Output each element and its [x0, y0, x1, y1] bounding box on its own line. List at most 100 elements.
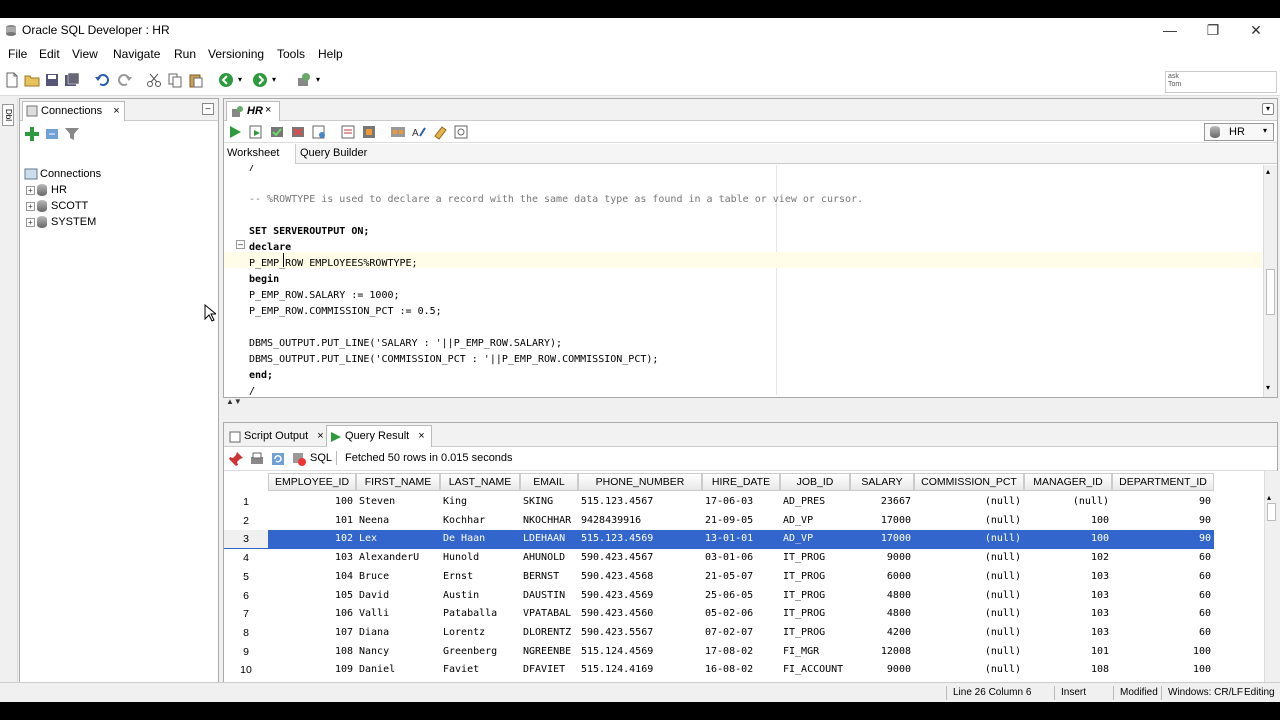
close-editor-tab-icon[interactable]: × [265, 104, 271, 116]
minimize-panel-icon[interactable]: – [202, 103, 214, 115]
eraser-icon[interactable] [432, 124, 448, 140]
forward-dropdown-icon[interactable]: ▾ [272, 75, 276, 84]
run-script-icon[interactable] [248, 124, 264, 140]
tree-root-connections[interactable]: Connections [24, 166, 101, 182]
editor-tabs-menu-icon[interactable]: ▾ [1262, 103, 1274, 115]
table-row[interactable]: 3 102 Lex De Haan LDEHAAN 515.123.4569 13-01-0… [224, 530, 1214, 550]
worksheet-dropdown-icon[interactable]: ▾ [316, 75, 320, 84]
save-all-icon[interactable] [64, 72, 80, 88]
table-row[interactable]: 8 107 Diana Lorentz DLORENTZ 590.423.5567 07-0… [224, 624, 1214, 643]
results-scroll-up-icon[interactable]: ▴ [1267, 493, 1271, 502]
redo-icon[interactable] [117, 72, 133, 88]
sql-label[interactable]: SQL [310, 452, 332, 464]
sql-tuning-icon[interactable] [453, 124, 469, 140]
table-row[interactable]: 6 105 David Austin DAUSTIN 590.423.4569 25-06-… [224, 587, 1214, 606]
table-row[interactable]: 4 103 AlexanderU Hunold AHUNOLD 590.423.4567 0… [224, 549, 1214, 568]
clear-icon[interactable] [311, 124, 327, 140]
scroll-down-icon[interactable]: ▾ [1266, 383, 1270, 392]
rollback-icon[interactable] [290, 124, 306, 140]
back-nav-icon[interactable] [218, 72, 234, 88]
close-script-output-icon[interactable]: × [317, 430, 323, 442]
column-header[interactable]: FIRST_NAME [356, 473, 440, 491]
cancel-query-icon[interactable] [291, 451, 307, 467]
editor-vertical-scrollbar[interactable]: ▴ ▾ [1263, 165, 1277, 397]
sql-history-icon[interactable] [340, 124, 356, 140]
autotrace-icon[interactable] [390, 124, 406, 140]
column-header[interactable]: MANAGER_ID [1024, 473, 1112, 491]
connection-selector[interactable]: HR ▾ [1204, 123, 1274, 141]
sql-worksheet-icon[interactable] [296, 72, 312, 88]
expand-hr-icon[interactable]: + [26, 185, 35, 195]
open-folder-icon[interactable] [24, 72, 40, 88]
restore-button[interactable]: ❐ [1198, 20, 1228, 40]
subtab-query-builder[interactable]: Query Builder [300, 147, 367, 159]
commit-icon[interactable] [269, 124, 285, 140]
connections-tab[interactable]: Connections × [22, 101, 125, 121]
menu-help[interactable]: Help [318, 47, 343, 61]
cut-icon[interactable] [146, 72, 162, 88]
results-scroll-thumb[interactable] [1267, 503, 1276, 521]
filter-icon[interactable] [64, 126, 80, 142]
fold-declare-icon[interactable]: – [236, 240, 245, 249]
dbl-vertical-tab[interactable]: Dbl [2, 104, 14, 126]
splitter-arrows-icon[interactable]: ▲▼ [226, 398, 242, 406]
format-icon[interactable]: A [411, 124, 427, 140]
print-icon[interactable] [249, 451, 265, 467]
column-header[interactable]: DEPARTMENT_ID [1112, 473, 1214, 491]
menu-file[interactable]: File [8, 47, 27, 61]
column-header[interactable]: EMAIL [520, 473, 578, 491]
subtab-worksheet[interactable]: Worksheet [224, 144, 296, 164]
column-header[interactable]: EMPLOYEE_ID [268, 473, 356, 491]
menu-edit[interactable]: Edit [39, 47, 60, 61]
menu-view[interactable]: View [72, 47, 98, 61]
menu-navigate[interactable]: Navigate [113, 47, 160, 61]
close-query-result-icon[interactable]: × [418, 430, 424, 442]
table-row[interactable]: 1 100 Steven King SKING 515.123.4567 17-06-03 A… [224, 493, 1214, 512]
table-row[interactable]: 7 106 Valli Pataballa VPATABAL 590.423.4560 05… [224, 605, 1214, 624]
column-header[interactable]: PHONE_NUMBER [578, 473, 702, 491]
run-statement-icon[interactable] [227, 124, 243, 140]
tree-item-hr[interactable]: + HR [26, 182, 67, 198]
ask-tom-search[interactable]: ask Tom [1165, 71, 1277, 93]
editor-tab-hr[interactable]: HR × [226, 101, 280, 121]
expand-system-icon[interactable]: + [26, 217, 35, 227]
menu-run[interactable]: Run [174, 47, 196, 61]
close-connections-tab-icon[interactable]: × [113, 105, 119, 117]
column-header[interactable]: COMMISSION_PCT [914, 473, 1024, 491]
table-row[interactable]: 9 108 Nancy Greenberg NGREENBE 515.124.4569 17… [224, 643, 1214, 662]
forward-nav-icon[interactable] [252, 72, 268, 88]
new-file-icon[interactable] [4, 72, 20, 88]
code-area[interactable]: – / -- %ROWTYPE is used to declare a reco… [224, 165, 1262, 395]
tab-query-result[interactable]: Query Result × [326, 425, 432, 447]
tree-item-system[interactable]: + SYSTEM [26, 214, 96, 230]
menu-tools[interactable]: Tools [277, 47, 305, 61]
column-header[interactable]: HIRE_DATE [702, 473, 780, 491]
pin-icon[interactable] [228, 451, 244, 467]
column-header[interactable]: JOB_ID [780, 473, 850, 491]
column-header[interactable]: LAST_NAME [440, 473, 520, 491]
table-row[interactable]: 10 109 Daniel Faviet DFAVIET 515.124.4169 16-0… [224, 661, 1214, 680]
refresh-connections-icon[interactable] [44, 126, 60, 142]
refresh-results-icon[interactable] [270, 451, 286, 467]
results-vertical-scrollbar[interactable]: ▴ ▾ [1264, 471, 1278, 699]
results-grid[interactable]: EMPLOYEE_ID FIRST_NAME LAST_NAME EMAIL PHONE… [224, 471, 1264, 699]
paste-icon[interactable] [188, 72, 204, 88]
menu-versioning[interactable]: Versioning [208, 47, 264, 61]
explain-plan-icon[interactable] [361, 124, 377, 140]
minimize-button[interactable]: — [1155, 20, 1185, 40]
save-icon[interactable] [44, 72, 60, 88]
editor-scroll-thumb[interactable] [1266, 269, 1275, 315]
table-row[interactable]: 2 101 Neena Kochhar NKOCHHAR 9428439916 21-09-… [224, 512, 1214, 531]
undo-icon[interactable] [94, 72, 110, 88]
tree-item-scott[interactable]: + SCOTT [26, 198, 88, 214]
table-row[interactable]: 5 104 Bruce Ernst BERNST 590.423.4568 21-05-07… [224, 568, 1214, 587]
column-header[interactable]: SALARY [850, 473, 914, 491]
close-window-button[interactable]: ✕ [1241, 20, 1271, 40]
expand-scott-icon[interactable]: + [26, 201, 35, 211]
back-dropdown-icon[interactable]: ▾ [238, 75, 242, 84]
table-cell: 108 [1090, 664, 1109, 676]
copy-icon[interactable] [167, 72, 183, 88]
scroll-up-icon[interactable]: ▴ [1266, 167, 1270, 176]
tab-script-output[interactable]: Script Output × [226, 426, 330, 447]
add-connection-icon[interactable] [24, 126, 40, 142]
